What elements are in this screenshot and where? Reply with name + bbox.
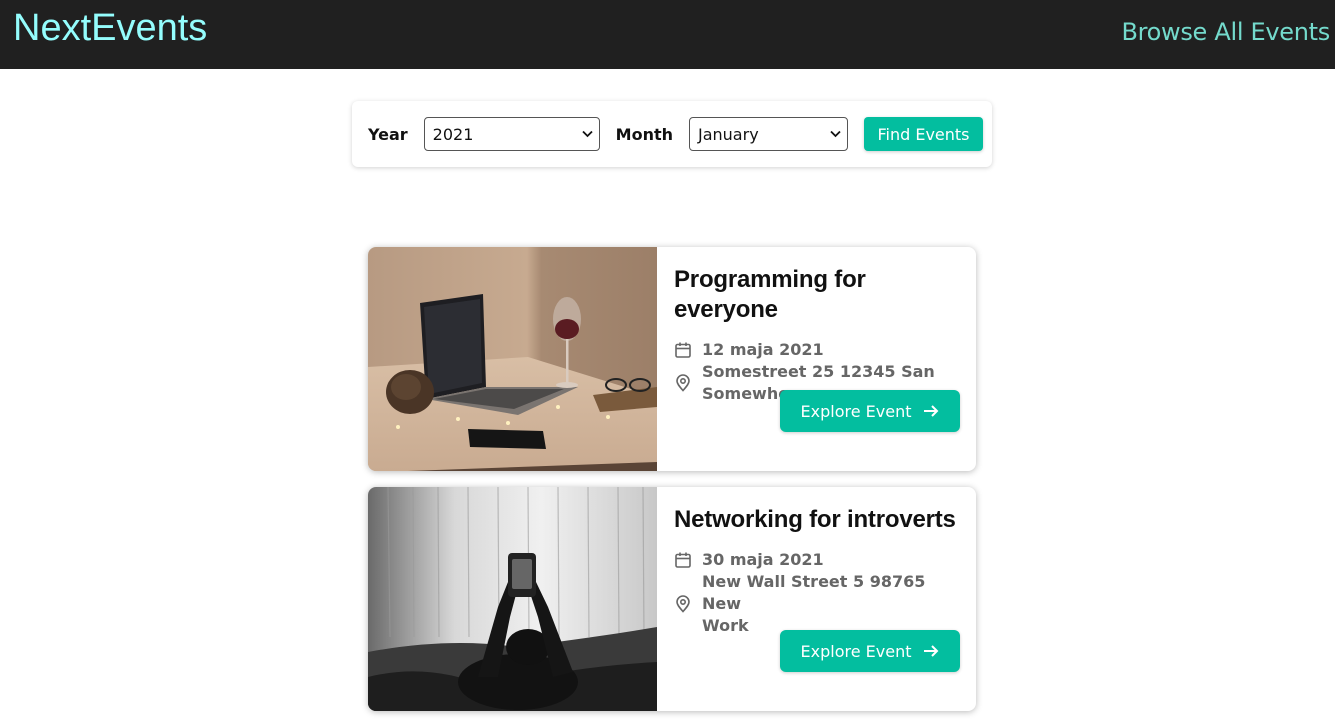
year-select[interactable]: 2021 <box>423 117 600 151</box>
event-card: Programming for everyone 12 maja 2021 So… <box>368 247 976 471</box>
arrow-right-icon <box>923 401 939 422</box>
event-image <box>368 247 657 471</box>
explore-event-button[interactable]: Explore Event <box>780 630 960 672</box>
event-details: Networking for introverts 30 maja 2021 N… <box>657 487 976 711</box>
explore-event-label: Explore Event <box>800 641 912 661</box>
chevron-down-icon <box>582 128 593 141</box>
logo[interactable]: NextEvents <box>13 6 207 50</box>
event-image <box>368 487 657 711</box>
event-address: New Wall Street 5 98765 New Work <box>674 571 960 637</box>
event-date: 12 maja 2021 <box>674 339 960 361</box>
explore-event-button[interactable]: Explore Event <box>780 390 960 432</box>
event-address-line1: New Wall Street 5 98765 New <box>702 572 926 613</box>
event-card: Networking for introverts 30 maja 2021 N… <box>368 487 976 711</box>
location-pin-icon <box>676 374 690 392</box>
event-date-text: 12 maja 2021 <box>702 340 824 359</box>
event-address-line1: Somestreet 25 12345 San <box>702 362 935 381</box>
year-select-value: 2021 <box>432 124 474 144</box>
events-search-form: Year 2021 Month January Find Events <box>352 101 992 167</box>
month-select[interactable]: January <box>689 117 848 151</box>
explore-event-label: Explore Event <box>800 401 912 421</box>
browse-all-events-link[interactable]: Browse All Events <box>1121 18 1330 46</box>
event-date-text: 30 maja 2021 <box>702 550 824 569</box>
arrow-right-icon <box>923 641 939 662</box>
event-title: Programming for everyone <box>674 266 866 323</box>
month-select-value: January <box>698 124 759 144</box>
find-events-button[interactable]: Find Events <box>864 117 983 151</box>
event-date: 30 maja 2021 <box>674 549 960 571</box>
year-label: Year <box>368 124 408 144</box>
calendar-icon <box>675 342 691 358</box>
event-details: Programming for everyone 12 maja 2021 So… <box>657 247 976 471</box>
event-title: Networking for introverts <box>674 506 956 533</box>
location-pin-icon <box>676 595 690 613</box>
main-header: NextEvents Browse All Events <box>0 0 1335 69</box>
month-label: Month <box>615 124 673 144</box>
chevron-down-icon <box>830 128 841 141</box>
calendar-icon <box>675 552 691 568</box>
